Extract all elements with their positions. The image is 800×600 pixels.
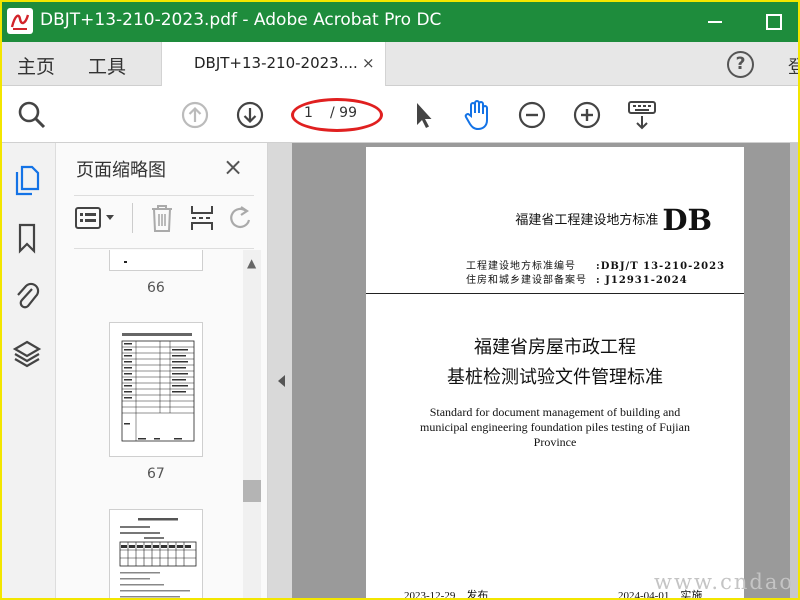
thumbnail-page[interactable] (109, 322, 203, 457)
right-scroll-edge (790, 143, 800, 600)
thumbnail-page-number: 67 (147, 466, 165, 482)
thumbnail-list: 66 67 (56, 250, 242, 600)
watermark-text: www.cndao (654, 570, 795, 594)
page-up-icon[interactable] (180, 100, 210, 130)
meta-key: 工程建设地方标准编号 (466, 261, 576, 272)
thumbnail-page[interactable] (109, 250, 203, 271)
close-tab-icon[interactable]: × (362, 54, 375, 72)
tab-home[interactable]: 主页 (17, 52, 55, 79)
divider (74, 195, 254, 196)
tab-document-label: DBJT+13-210-2023.... (194, 54, 358, 72)
thumbnail-scrollbar[interactable]: ▲ (243, 250, 261, 600)
annotation-ellipse (291, 98, 383, 132)
hand-icon[interactable] (461, 98, 493, 132)
attachment-icon[interactable] (12, 279, 42, 313)
toolbar: 1 / 99 (0, 86, 800, 143)
divider (74, 248, 254, 249)
left-rail (0, 143, 56, 600)
standard-code: DB (662, 203, 712, 237)
scrollbar-thumb[interactable] (243, 480, 261, 502)
minimize-button[interactable] (702, 8, 728, 34)
document-title-line2: 基桩检测试验文件管理标准 (447, 367, 663, 388)
thumbnail-table-graphic (121, 333, 195, 442)
rotate-icon[interactable] (226, 203, 254, 233)
standard-header: 福建省工程建设地方标准 DB (515, 203, 712, 237)
collapse-panel-handle[interactable] (268, 143, 292, 600)
document-title-line1: 福建省房屋市政工程 (474, 337, 636, 358)
scroll-up-arrow-icon[interactable]: ▲ (247, 256, 256, 270)
issue-date: 2023-12-29 发布 (404, 587, 488, 600)
zoom-out-icon[interactable] (517, 100, 547, 130)
page-thumbnails-icon[interactable] (12, 163, 42, 197)
standard-meta-row: 住房和城乡建设部备案号 : J12931-2024 (466, 271, 688, 286)
meta-key: 住房和城乡建设部备案号 (466, 275, 587, 286)
bookmark-icon[interactable] (12, 221, 42, 255)
help-icon[interactable]: ? (727, 51, 754, 78)
divider (132, 203, 133, 233)
standard-org: 福建省工程建设地方标准 (515, 213, 659, 228)
keyboard-icon[interactable] (626, 98, 658, 132)
search-icon[interactable] (16, 99, 48, 131)
window-title: DBJT+13-210-2023.pdf - Adobe Acrobat Pro… (40, 10, 442, 30)
maximize-button[interactable] (760, 8, 786, 34)
thumbnail-table-graphic (119, 518, 197, 598)
collapse-arrow-icon[interactable] (278, 375, 285, 387)
title-bar: DBJT+13-210-2023.pdf - Adobe Acrobat Pro… (0, 0, 800, 42)
pdf-page: 福建省工程建设地方标准 DB 工程建设地方标准编号:DBJ/T 13-210-20… (366, 147, 744, 600)
document-area[interactable]: 福建省工程建设地方标准 DB 工程建设地方标准编号:DBJ/T 13-210-20… (268, 143, 800, 600)
meta-value: : J12931-2024 (596, 275, 688, 286)
thumbnail-options-icon[interactable] (74, 205, 118, 231)
thumbnail-page[interactable] (109, 509, 203, 600)
header-rule (366, 293, 744, 294)
page-down-icon[interactable] (235, 100, 265, 130)
issue-label: 发布 (466, 590, 489, 600)
extract-pages-icon[interactable] (188, 203, 216, 233)
standard-meta-row: 工程建设地方标准编号:DBJ/T 13-210-2023 (466, 257, 725, 272)
close-panel-icon[interactable]: × (223, 153, 243, 181)
sign-in-link[interactable]: 登 (788, 53, 800, 79)
app-logo-icon (7, 8, 33, 34)
panel-toolbar (74, 201, 260, 235)
thumbnail-page-number: 66 (147, 280, 165, 296)
delete-icon[interactable] (148, 203, 176, 233)
tab-document[interactable]: DBJT+13-210-2023.... × (161, 42, 386, 86)
zoom-in-icon[interactable] (572, 100, 602, 130)
layers-icon[interactable] (12, 337, 42, 371)
panel-title: 页面缩略图 (76, 160, 166, 181)
issue-date-value: 2023-12-29 (404, 590, 456, 600)
tab-bar: 主页 工具 DBJT+13-210-2023.... × ? 登 (0, 42, 800, 86)
document-english-title: Standard for document management of buil… (420, 405, 690, 449)
tab-tools[interactable]: 工具 (88, 52, 126, 79)
thumbnail-panel: 页面缩略图 × 66 67 ▲ (56, 143, 268, 600)
select-arrow-icon[interactable] (410, 100, 436, 130)
